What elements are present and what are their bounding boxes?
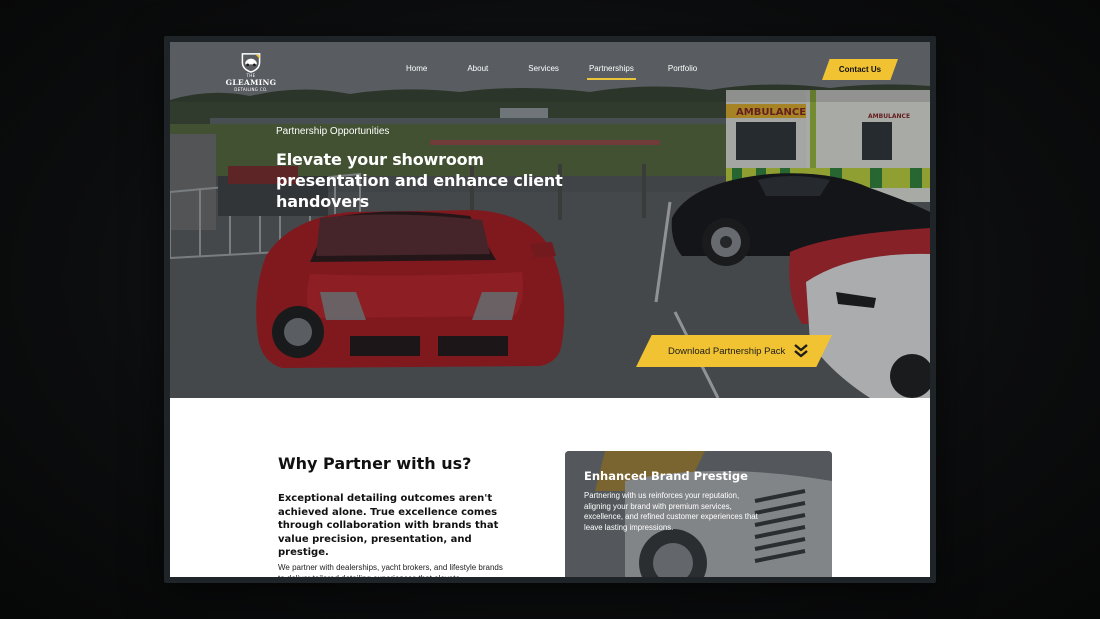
nav-about[interactable]: About xyxy=(467,64,488,73)
brand-prestige-card[interactable]: Enhanced Brand Prestige Partnering with … xyxy=(565,451,832,577)
site-header: THE GLEAMING DETAILING CO. Home About Se… xyxy=(170,42,930,96)
browser-frame: AMBULANCE AMBULANCE THE GLEAMING DETAILI… xyxy=(164,36,936,583)
site-logo[interactable]: THE GLEAMING DETAILING CO. xyxy=(226,52,276,92)
card-title: Enhanced Brand Prestige xyxy=(584,469,748,483)
why-partner-body: We partner with dealerships, yacht broke… xyxy=(278,563,503,577)
download-partnership-pack-button[interactable]: Download Partnership Pack xyxy=(636,335,832,367)
logo-line-gleaming: GLEAMING xyxy=(225,78,277,87)
why-partner-heading: Why Partner with us? xyxy=(278,454,472,473)
nav-portfolio[interactable]: Portfolio xyxy=(668,64,697,73)
hero-eyebrow: Partnership Opportunities xyxy=(276,126,390,137)
why-partner-lead: Exceptional detailing outcomes aren't ac… xyxy=(278,493,499,558)
card-text: Partnering with us reinforces your reput… xyxy=(584,491,758,532)
download-button-label: Download Partnership Pack xyxy=(668,345,786,357)
contact-us-button[interactable]: Contact Us xyxy=(822,59,898,80)
double-chevron-down-icon xyxy=(794,344,808,358)
logo-line-detailing: DETAILING CO. xyxy=(234,87,268,92)
hero-title: Elevate your showroom presentation and e… xyxy=(276,150,563,211)
hero-section: AMBULANCE AMBULANCE THE GLEAMING DETAILI… xyxy=(170,42,930,398)
nav-home[interactable]: Home xyxy=(406,64,427,73)
main-nav: Home About Services Partnerships Portfol… xyxy=(406,64,697,80)
website-viewport[interactable]: AMBULANCE AMBULANCE THE GLEAMING DETAILI… xyxy=(170,42,930,577)
shield-car-logo-icon xyxy=(241,53,261,73)
nav-services[interactable]: Services xyxy=(528,64,559,73)
nav-partnerships[interactable]: Partnerships xyxy=(586,64,636,80)
